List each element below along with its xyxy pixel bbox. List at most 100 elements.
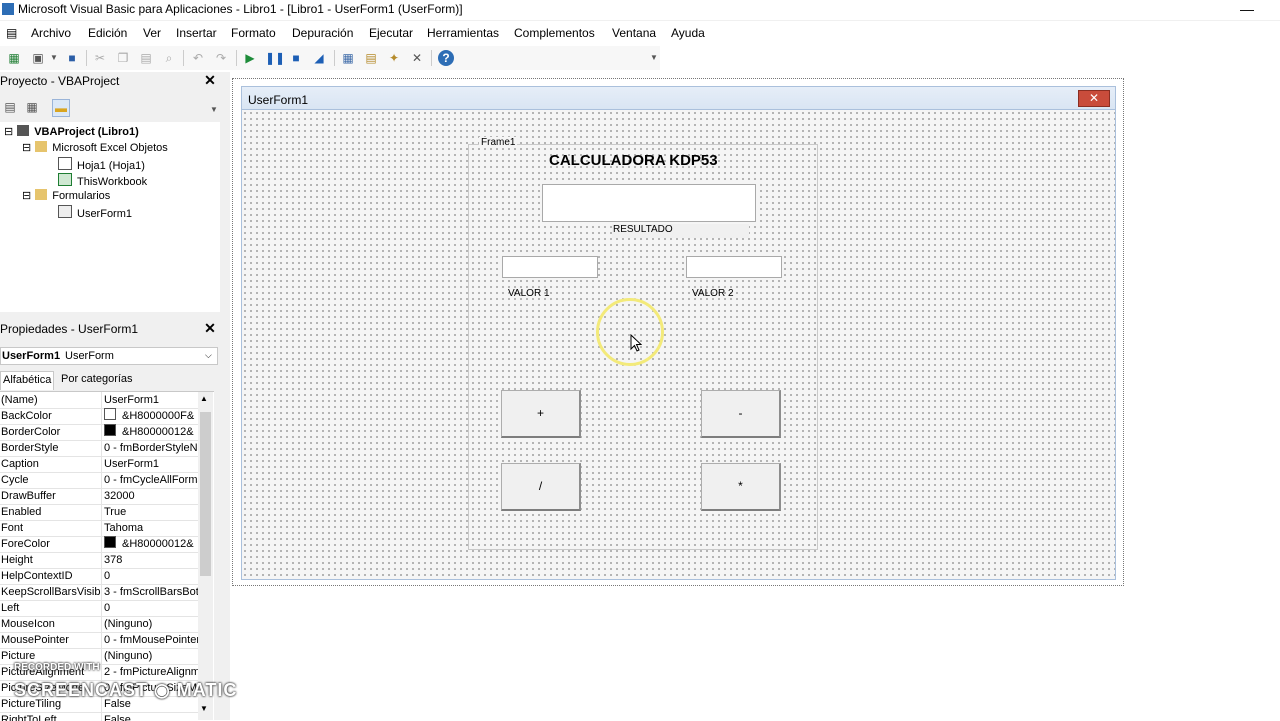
property-row[interactable]: (Name) UserForm1 xyxy=(0,392,198,409)
scroll-thumb[interactable] xyxy=(200,412,211,576)
property-name: Enabled xyxy=(1,504,102,520)
tree-item[interactable]: ⊟ Microsoft Excel Objetos xyxy=(22,141,168,155)
userform-close-button[interactable]: ✕ xyxy=(1078,90,1110,107)
property-value[interactable]: 0 - fmMousePointerDefault xyxy=(104,632,198,648)
property-row[interactable]: KeepScrollBarsVisible 3 - fmScrollBarsBot… xyxy=(0,584,198,601)
cut-icon[interactable]: ✂ xyxy=(92,50,108,66)
property-value[interactable]: (Ninguno) xyxy=(104,648,198,664)
view-object-icon[interactable]: ▦ xyxy=(24,99,40,115)
menu-formato[interactable]: Formato xyxy=(231,26,276,40)
property-value[interactable]: 0 xyxy=(104,600,198,616)
property-value[interactable]: 0 - fmCycleAllForms xyxy=(104,472,198,488)
find-icon[interactable]: ⌕ xyxy=(161,50,177,66)
menu-ayuda[interactable]: Ayuda xyxy=(671,26,705,40)
divide-button[interactable]: / xyxy=(501,463,581,511)
property-value[interactable]: 0 xyxy=(104,568,198,584)
property-name: BackColor xyxy=(1,408,102,424)
properties-window-icon[interactable]: ▤ xyxy=(363,50,379,66)
tab-alfabetica[interactable]: Alfabética xyxy=(0,371,55,390)
property-row[interactable]: BackColor &H8000000F& xyxy=(0,408,198,425)
menu-insertar[interactable]: Insertar xyxy=(176,26,217,40)
property-row[interactable]: Font Tahoma xyxy=(0,520,198,537)
subtract-button[interactable]: - xyxy=(701,390,781,438)
property-value[interactable]: (Ninguno) xyxy=(104,616,198,632)
toggle-folders-icon[interactable]: ▬ xyxy=(52,99,70,117)
property-row[interactable]: Enabled True xyxy=(0,504,198,521)
add-button[interactable]: + xyxy=(501,390,581,438)
userform-titlebar[interactable] xyxy=(241,86,1116,110)
menu-ver[interactable]: Ver xyxy=(143,26,161,40)
properties-close-icon[interactable]: ✕ xyxy=(202,321,218,337)
property-row[interactable]: BorderStyle0 - fmBorderStyleNone xyxy=(0,440,198,457)
copy-icon[interactable]: ❐ xyxy=(115,50,131,66)
property-value[interactable]: True xyxy=(104,504,198,520)
scroll-down-icon[interactable]: ▼ xyxy=(206,102,222,118)
toolbox-icon[interactable]: ✕ xyxy=(409,50,425,66)
redo-icon[interactable]: ↷ xyxy=(213,50,229,66)
design-mode-icon[interactable]: ◢ xyxy=(311,50,327,66)
property-row[interactable]: HelpContextID 0 xyxy=(0,568,198,585)
property-row[interactable]: ForeColor &H80000012& xyxy=(0,536,198,553)
menu-herramientas[interactable]: Herramientas xyxy=(427,26,499,40)
project-explorer-icon[interactable]: ▦ xyxy=(340,50,356,66)
menu-complementos[interactable]: Complementos xyxy=(514,26,595,40)
project-close-icon[interactable]: ✕ xyxy=(202,73,218,89)
property-value[interactable]: 2 - fmPictureAlignmentCenter xyxy=(104,664,198,680)
property-value[interactable]: 378 xyxy=(104,552,198,568)
chevron-down-icon[interactable]: ▼ xyxy=(46,50,62,66)
toolbar-options-icon[interactable]: ▼ xyxy=(646,50,662,66)
property-row[interactable]: Cycle 0 - fmCycleAllForms xyxy=(0,472,198,489)
property-row[interactable]: MousePointer0 - fmMousePointerDefault xyxy=(0,632,198,649)
value1-textbox[interactable] xyxy=(502,256,598,278)
property-row[interactable]: DrawBuffer 32000 xyxy=(0,488,198,505)
chevron-down-icon[interactable]: ⌵ xyxy=(205,350,212,361)
value2-textbox[interactable] xyxy=(686,256,782,278)
result-label[interactable]: RESULTADO xyxy=(612,224,749,238)
property-row[interactable]: BorderColor &H80000012& xyxy=(0,424,198,441)
tree-item[interactable]: UserForm1 xyxy=(58,205,132,221)
value1-label[interactable]: VALOR 1 xyxy=(508,288,550,299)
result-textbox[interactable] xyxy=(542,184,756,222)
minimize-button[interactable]: — xyxy=(1240,1,1254,17)
undo-icon[interactable]: ↶ xyxy=(190,50,206,66)
calculator-title[interactable]: CALCULADORA KDP53 xyxy=(549,152,718,169)
value2-label[interactable]: VALOR 2 xyxy=(692,288,734,299)
properties-scrollbar[interactable]: ▲ ▼ xyxy=(198,392,213,720)
property-value[interactable]: 32000 xyxy=(104,488,198,504)
property-value[interactable]: UserForm1 xyxy=(104,392,198,408)
object-browser-icon[interactable]: ✦ xyxy=(386,50,402,66)
paste-icon[interactable]: ▤ xyxy=(138,50,154,66)
pause-icon[interactable]: ❚❚ xyxy=(265,50,285,66)
run-icon[interactable]: ▶ xyxy=(242,50,258,66)
multiply-button[interactable]: * xyxy=(701,463,781,511)
tree-item[interactable]: Hoja1 (Hoja1) xyxy=(58,157,145,173)
property-row[interactable]: Left 0 xyxy=(0,600,198,617)
menu-edicion[interactable]: Edición xyxy=(88,26,127,40)
property-value[interactable]: 0 - fmBorderStyleNone xyxy=(104,440,198,456)
tree-item[interactable]: ThisWorkbook xyxy=(58,173,147,189)
tree-item[interactable]: ⊟ VBAProject (Libro1) xyxy=(4,125,139,139)
menu-depuracion[interactable]: Depuración xyxy=(292,26,353,40)
view-code-icon[interactable]: ▤ xyxy=(2,99,18,115)
property-value[interactable]: 3 - fmScrollBarsBoth xyxy=(104,584,198,600)
object-selector[interactable]: UserForm1 UserForm ⌵ xyxy=(0,347,218,365)
excel-icon[interactable]: ▦ xyxy=(6,50,22,66)
property-row[interactable]: MouseIcon (Ninguno) xyxy=(0,616,198,633)
property-row[interactable]: Height 378 xyxy=(0,552,198,569)
property-value[interactable]: &H80000012& xyxy=(104,536,198,552)
help-icon[interactable]: ? xyxy=(438,50,454,66)
tab-por-categorias[interactable]: Por categorías xyxy=(59,371,135,389)
property-value[interactable]: &H80000012& xyxy=(104,424,198,440)
save-icon[interactable]: ■ xyxy=(64,50,80,66)
tree-item[interactable]: ⊟ Formularios xyxy=(22,189,110,203)
document-icon[interactable]: ▤ xyxy=(6,26,17,40)
menu-ejecutar[interactable]: Ejecutar xyxy=(369,26,413,40)
property-value[interactable]: &H8000000F& xyxy=(104,408,198,424)
property-value[interactable]: UserForm1 xyxy=(104,456,198,472)
menu-archivo[interactable]: Archivo xyxy=(31,26,71,40)
property-value[interactable]: Tahoma xyxy=(104,520,198,536)
menu-ventana[interactable]: Ventana xyxy=(612,26,656,40)
property-row[interactable]: Caption UserForm1 xyxy=(0,456,198,473)
insert-userform-icon[interactable]: ▣ xyxy=(30,50,46,66)
stop-icon[interactable]: ■ xyxy=(288,50,304,66)
